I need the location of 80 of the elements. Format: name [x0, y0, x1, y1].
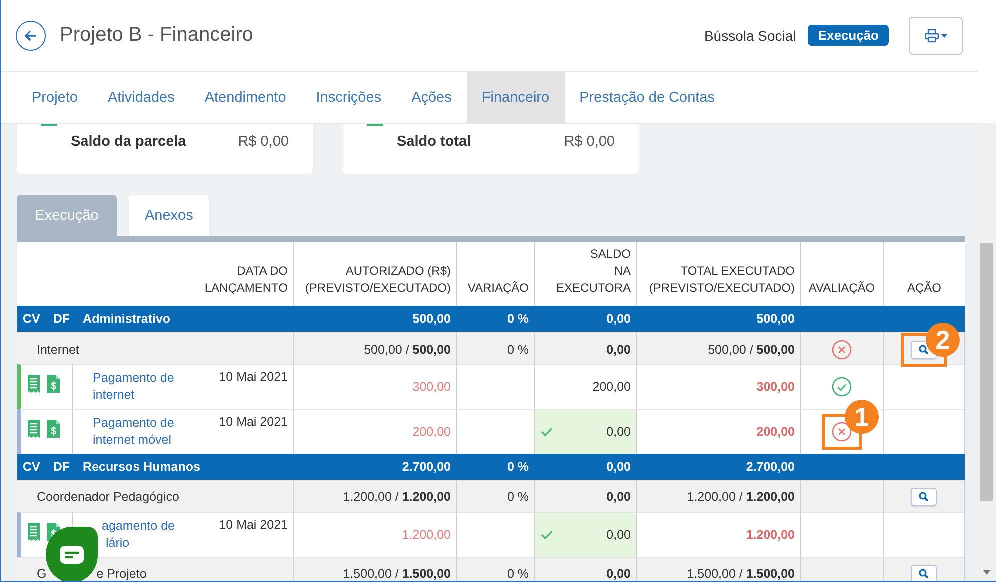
cv-label: CV: [23, 460, 40, 474]
table-cell: 1.200,00: [746, 528, 795, 542]
entry-link[interactable]: agamento de: [102, 518, 175, 535]
table-cell: 500,00 / 500,00: [708, 343, 795, 357]
table-cell: 1.500,00 / 1.500,00: [343, 566, 451, 580]
receipt-icon[interactable]: [28, 420, 40, 438]
table-cell: 200,00: [756, 425, 795, 439]
df-label: DF: [53, 460, 70, 474]
receipt-icon[interactable]: [28, 375, 40, 393]
table-cell: 1.200,00: [402, 528, 451, 542]
arrow-left-icon: [24, 28, 38, 42]
check-icon: [541, 427, 553, 437]
entry-date: 10 Mai 2021: [219, 415, 288, 431]
card-value: R$ 0,00: [564, 134, 615, 150]
category-name: Recursos Humanos: [83, 460, 200, 474]
table-cell: 1.200,00 / 1.200,00: [687, 490, 795, 504]
invoice-icon[interactable]: [47, 375, 60, 393]
annotation-badge: 1: [845, 400, 879, 434]
organization-name: Bússola Social: [704, 28, 796, 44]
table-cell-text: 2.700,00: [745, 460, 796, 474]
card-label: Saldo total: [397, 134, 472, 150]
entry-date: 10 Mai 2021: [219, 518, 288, 534]
check-icon: [541, 530, 553, 540]
table-cell-text: 0 %: [506, 460, 530, 474]
table-cell-text: 0 %: [506, 312, 530, 326]
caret-icon: [940, 34, 948, 38]
invoice-icon[interactable]: [47, 420, 60, 438]
table-cell: 0,00: [606, 528, 631, 542]
table-cell: 300,00: [756, 380, 795, 394]
scrollbar-thumb[interactable]: [980, 243, 993, 501]
entry-link[interactable]: Pagamento de: [93, 415, 174, 432]
table-cell-text: 500,00: [412, 312, 452, 326]
table-cell: 200,00: [412, 425, 451, 439]
section-tab[interactable]: Anexos: [129, 195, 210, 236]
entry-link[interactable]: lário: [106, 535, 130, 552]
receipt-icon[interactable]: [28, 523, 40, 541]
page-title: Projeto B - Financeiro: [60, 24, 254, 47]
card-value: R$ 0,00: [238, 134, 289, 150]
df-label: DF: [53, 312, 70, 326]
search-icon: [919, 345, 929, 355]
entry-link[interactable]: Pagamento de: [93, 370, 174, 387]
card-label: Saldo da parcela: [71, 134, 186, 150]
table-cell-text: 500,00: [756, 312, 796, 326]
scroll-down-icon[interactable]: [983, 570, 991, 575]
table-cell: 1.500,00 / 1.500,00: [687, 566, 795, 580]
table-cell: 200,00: [592, 380, 631, 394]
item-name: G: [37, 566, 47, 580]
category-name: Administrativo: [83, 312, 171, 326]
table-cell: 0,00: [606, 343, 631, 357]
search-button[interactable]: [911, 488, 937, 506]
printer-icon: [924, 28, 938, 42]
scrollbar[interactable]: [978, 123, 996, 581]
print-button[interactable]: [909, 16, 963, 54]
table-cell: 0,00: [606, 566, 631, 580]
table-cell: 0,00: [606, 425, 631, 439]
table-cell: 0 %: [507, 343, 529, 357]
item-name: Internet: [37, 343, 80, 357]
search-icon: [919, 568, 929, 578]
back-button[interactable]: [16, 20, 46, 50]
entry-link[interactable]: internet móvel: [93, 432, 172, 449]
table-cell: 1.200,00 / 1.200,00: [343, 490, 451, 504]
status-badge: Execução: [808, 25, 889, 46]
entry-date: 10 Mai 2021: [219, 370, 288, 386]
search-button[interactable]: [911, 564, 937, 581]
nav-tab[interactable]: Financeiro: [466, 72, 565, 123]
column-header: DATA DO LANÇAMENTO: [204, 263, 289, 297]
chat-icon: [60, 546, 84, 564]
item-name: Coordenador Pedagógico: [37, 490, 180, 504]
table-cell: 0 %: [507, 490, 529, 504]
table-cell: 0 %: [507, 566, 529, 580]
table-cell: 300,00: [412, 380, 451, 394]
item-name: e Projeto: [96, 566, 147, 580]
table-cell: 0,00: [606, 490, 631, 504]
table-cell-text: 0,00: [606, 312, 632, 326]
entry-link[interactable]: internet: [93, 387, 135, 404]
search-icon: [919, 492, 929, 502]
table-cell-text: 0,00: [606, 460, 632, 474]
table-cell: 500,00 / 500,00: [364, 343, 451, 357]
cv-label: CV: [23, 312, 40, 326]
table-cell-text: 2.700,00: [401, 460, 452, 474]
